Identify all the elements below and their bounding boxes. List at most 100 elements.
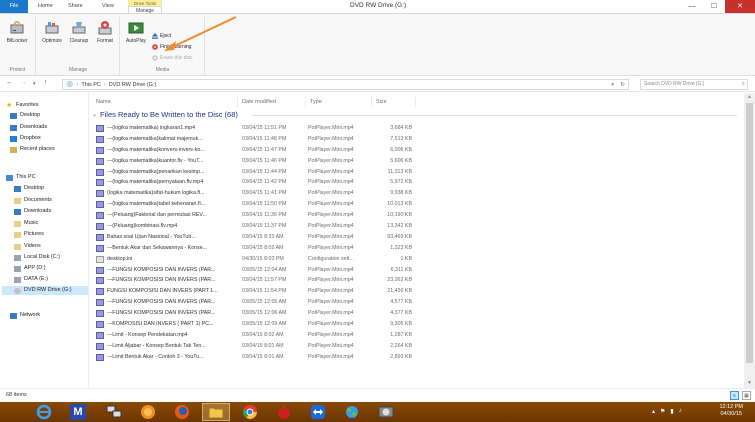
nav-favorites[interactable]: ★ Favorites — [6, 101, 39, 110]
nav-downloads[interactable]: Downloads — [10, 123, 47, 132]
network-signal-icon[interactable]: ▮ — [670, 408, 673, 415]
file-row[interactable]: ---KOMPOSISI DAN INVERS ( PART 1) PC... 0… — [92, 319, 742, 330]
vertical-scrollbar[interactable]: ▲ ▼ — [744, 93, 755, 388]
file-row[interactable]: ---Limit Bentuk Akar - Contoh 3 - YouTu.… — [92, 352, 742, 363]
volume-icon[interactable]: ♪ — [679, 408, 682, 415]
bitlocker-button[interactable]: BitLocker — [4, 20, 30, 44]
file-row[interactable]: ---(logika matematika)kalimat majemuk...… — [92, 134, 742, 145]
file-row[interactable]: ---Limit Aljabar - Konsep Bentuk Tak Ten… — [92, 341, 742, 352]
orange-app-taskbar-button[interactable] — [134, 403, 162, 421]
teamviewer-taskbar-button[interactable] — [304, 403, 332, 421]
autoplay-button[interactable]: AutoPlay — [123, 20, 149, 44]
nav-pc-downloads[interactable]: Downloads — [14, 207, 51, 216]
large-icons-view-icon[interactable]: ▦ — [742, 391, 751, 400]
file-row[interactable]: (logika matematika)sifat-hukum logika.fl… — [92, 188, 742, 199]
nav-music[interactable]: Music — [14, 219, 38, 228]
back-arrow-icon[interactable]: ← — [6, 79, 13, 86]
nav-recent-label: Recent places — [20, 146, 55, 152]
nav-dvd[interactable]: DVD RW Drive (G:) — [2, 286, 88, 295]
video-file-icon — [96, 342, 104, 350]
file-row[interactable]: ---(logika matematika) ingkaran1.mp4 03/0… — [92, 123, 742, 134]
nav-pc-desktop[interactable]: Desktop — [14, 184, 44, 193]
address-dropdown-icon[interactable]: ▾ — [611, 82, 614, 88]
finish-burning-button[interactable]: Finish burning — [152, 43, 191, 51]
format-button[interactable]: Format — [92, 20, 118, 44]
tab-home[interactable]: Home — [30, 0, 58, 13]
nav-thispc[interactable]: This PC — [6, 173, 36, 182]
column-header-type[interactable]: Type — [306, 97, 372, 107]
nav-recent[interactable]: Recent places — [10, 145, 55, 154]
address-field[interactable]: 💿 › This PC › DVD RW Drive (G:) ▾ ↻ — [62, 79, 629, 90]
file-row[interactable]: ---(logika matematika)penarikan kesimp..… — [92, 167, 742, 178]
tab-view[interactable]: View — [94, 0, 122, 13]
search-input[interactable]: Search DVD RW Drive (G:) ⌕ — [640, 79, 748, 90]
tab-share[interactable]: Share — [60, 0, 90, 13]
network-app-taskbar-button[interactable] — [100, 403, 128, 421]
nav-pictures[interactable]: Pictures — [14, 230, 44, 239]
group-header[interactable]: ⌄ Files Ready to Be Written to the Disc … — [92, 109, 238, 121]
network-taskbar-button[interactable] — [338, 403, 366, 421]
file-row[interactable]: Bahas soal Ujian Nasional - YouTub... 03/… — [92, 232, 742, 243]
column-header-size[interactable]: Size — [372, 97, 416, 107]
file-row[interactable]: ---(logika matematika)pernyataan.flv.mp4… — [92, 177, 742, 188]
file-size: 10,013 KB — [387, 201, 412, 208]
media-app-taskbar-button[interactable]: M — [64, 403, 92, 421]
nav-desktop[interactable]: Desktop — [10, 111, 40, 120]
firefox-taskbar-button[interactable] — [168, 403, 196, 421]
clock[interactable]: 12:12 PM 04/30/15 — [719, 404, 743, 418]
flag-icon[interactable]: ⚑ — [660, 408, 665, 415]
file-row[interactable]: ---FUNGSI KOMPOSISI DAN INVERS (PAR... 03… — [92, 275, 742, 286]
file-row[interactable]: ---FUNGSI KOMPOSISI DAN INVERS (PAR... 03… — [92, 297, 742, 308]
file-row[interactable]: ---FUNGSI KOMPOSISI DAN INVERS (PAR... 03… — [92, 308, 742, 319]
file-row[interactable]: ---(Peluang)Faktorial dan permutasi REV.… — [92, 210, 742, 221]
nav-documents[interactable]: Documents — [14, 196, 52, 205]
nav-app[interactable]: APP (D:) — [14, 264, 46, 273]
recent-locations-chevron-icon[interactable]: ▾ — [33, 81, 36, 87]
eject-button[interactable]: Eject — [152, 32, 171, 40]
minimize-button[interactable]: — — [681, 0, 703, 13]
file-row[interactable]: FUNGSI KOMPOSISI DAN INVERS (PART 1... 03… — [92, 286, 742, 297]
up-arrow-icon[interactable]: ↑ — [44, 79, 48, 86]
red-app-taskbar-button[interactable] — [270, 403, 298, 421]
tab-file[interactable]: File — [0, 0, 28, 13]
details-view-icon[interactable]: ≡ — [730, 391, 739, 400]
scroll-up-icon[interactable]: ▲ — [744, 93, 755, 102]
forward-arrow-icon[interactable]: → — [20, 79, 27, 86]
column-header-date[interactable]: Date modified — [238, 97, 306, 107]
nav-videos[interactable]: Videos — [14, 242, 41, 251]
file-row[interactable]: ---(logika matematika)kuantor.flv - YouT… — [92, 156, 742, 167]
refresh-icon[interactable]: ↻ — [620, 82, 625, 88]
nav-dropbox[interactable]: Dropbox — [10, 134, 41, 143]
column-header-name[interactable]: Name — [92, 97, 238, 107]
file-size: 1 KB — [400, 255, 412, 262]
file-row[interactable]: ---(logika matematika)tabel kebenaran.fl… — [92, 199, 742, 210]
cleanup-button[interactable]: Cleanup — [66, 20, 92, 44]
file-row[interactable]: ---Bentuk Akar dan Sekawannya - Konse...… — [92, 243, 742, 254]
file-explorer-taskbar-button[interactable] — [202, 403, 230, 421]
optimize-button[interactable]: Optimize — [39, 20, 65, 44]
nav-data[interactable]: DATA (E:) — [14, 275, 48, 284]
file-type: PotPlayer.Mini.mp4 — [308, 168, 354, 175]
close-button[interactable]: ✕ — [725, 0, 755, 13]
scroll-down-icon[interactable]: ▼ — [744, 379, 755, 388]
file-row[interactable]: ---(logika matematika)konvers-invers-ko.… — [92, 145, 742, 156]
breadcrumb-this-pc[interactable]: This PC — [81, 82, 101, 88]
file-row[interactable]: ---FUNGSI KOMPOSISI DAN INVERS (PAR... 03… — [92, 265, 742, 276]
erase-disc-button[interactable]: Erase this disc — [152, 54, 193, 62]
file-row[interactable]: ---Limit - Konsep Pendekatan.mp4 03/04/15… — [92, 330, 742, 341]
scrollbar-thumb[interactable] — [746, 103, 753, 363]
chrome-taskbar-button[interactable] — [236, 403, 264, 421]
show-hidden-icons-icon[interactable]: ▴ — [652, 408, 655, 415]
folder-icon — [208, 407, 224, 419]
file-type: PotPlayer.Mini.mp4 — [308, 342, 354, 349]
nav-localdisk[interactable]: Local Disk (C:) — [14, 253, 60, 262]
ie-taskbar-button[interactable] — [30, 403, 58, 421]
file-row[interactable]: ---(Peluang)kombinasi.flv.mp4 03/04/15 11… — [92, 221, 742, 232]
breadcrumb-dvd-drive[interactable]: DVD RW Drive (G:) — [109, 82, 157, 88]
file-list: Name Date modified Type Size ⌄ Files Rea… — [92, 93, 742, 388]
file-row[interactable]: desktop.ini 04/30/15 8:03 PM Configuration… — [92, 254, 742, 265]
nav-network[interactable]: Network — [10, 311, 40, 320]
maximize-button[interactable]: ☐ — [703, 0, 725, 13]
file-type: PotPlayer.Mini.mp4 — [308, 310, 354, 317]
disc-burner-taskbar-button[interactable] — [372, 403, 400, 421]
